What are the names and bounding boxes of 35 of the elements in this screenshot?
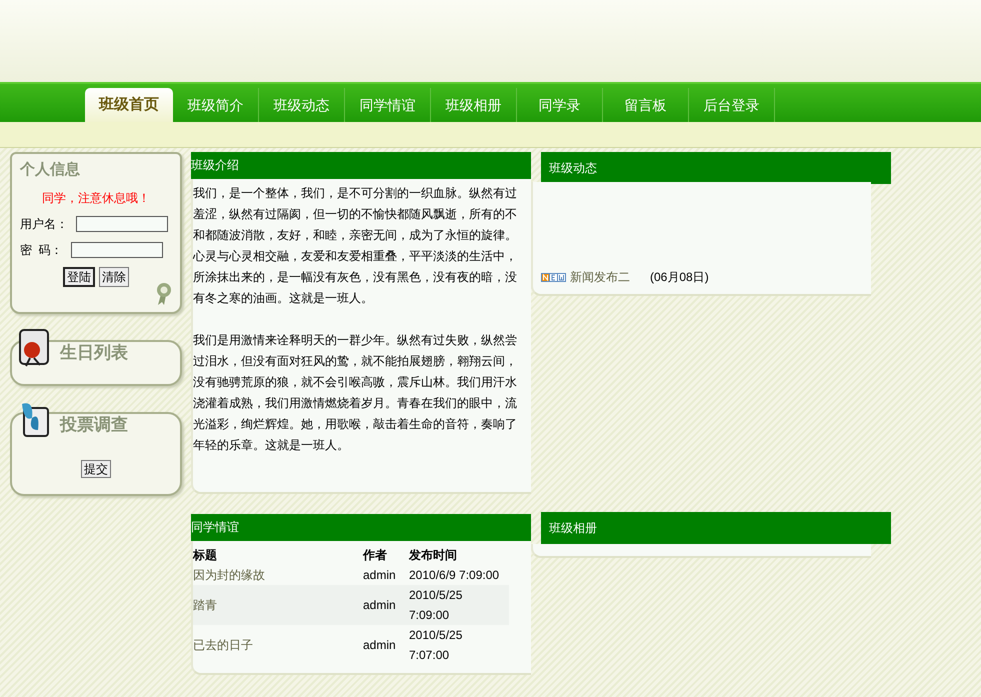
news-date: (06月08日) (650, 269, 709, 286)
input-field[interactable] (76, 216, 168, 232)
panel-header: 班级动态 (541, 152, 891, 184)
panel-header: 班级介绍 (191, 152, 531, 179)
paragraph: 我们，是一个整体，我们，是不可分割的一织血脉。纵然有过羞涩，纵然有过隔阂，但一切的不愉快都随风飘逝，所有的不和都随波消散，友好，和睦，亲密无间，成为了永恒的旋律。心灵与心灵相交融，友爱和友爱相重叠，平平淡淡的生活中，所涂抹出来的，是一幅没有灰色，没有黑色，没有夜的暗，没有冬之寒的油画。这就是一班人。 (193, 185, 518, 307)
panel-header: 班级相册 (541, 512, 891, 544)
field-label: 密 码： (20, 242, 63, 258)
title-link[interactable]: 踏青 (193, 585, 363, 625)
column-header: 标题 (193, 545, 363, 565)
form-button[interactable]: 清除 (99, 266, 129, 286)
table-cell: admin (363, 625, 409, 665)
panel-title: 生日列表 (60, 342, 128, 364)
column-header: 发布时间 (409, 547, 458, 564)
submit-button[interactable]: 提交 (81, 460, 111, 478)
panel-header: 同学情谊 (191, 514, 531, 541)
notice-text: 同学，注意休息哦！ (41, 190, 151, 206)
panel-title: 个人信息 (18, 159, 81, 180)
title-link[interactable]: 因为封的缘故 (193, 565, 363, 585)
new-badge-icon (541, 272, 566, 282)
table-cell: admin (363, 565, 409, 585)
input-field[interactable] (70, 242, 163, 258)
table-cell: 2010/6/9 7:09:00 (409, 565, 509, 585)
table-cell: admin (363, 585, 409, 625)
seal-icon (18, 328, 52, 368)
column-header: 作者 (363, 545, 409, 565)
title-link[interactable]: 已去的日子 (193, 625, 363, 665)
panel-title: 投票调查 (60, 414, 128, 436)
paragraph: 我们是用激情来诠释明天的一群少年。纵然有过失败，纵然尝过泪水，但没有面对狂风的鸷，就不能拍展翅膀，翱翔云间，没有驰骋荒原的狼，就不会引喉高嗷，震斥山林。我们用汗水浇灌着成熟，我们用激情燃烧着岁月。青春在我们的眼中，流光溢彩，绚烂辉煌。她，用歌喉，敲击着生命的音符，奏响了年轻的乐章。这就是一班人。 (193, 332, 518, 454)
form-button[interactable]: 登陆 (63, 266, 95, 286)
field-label: 用户名： (20, 216, 68, 232)
table-cell: 2010/5/25 7:09:00 (409, 585, 509, 625)
news-link[interactable]: 新闻发布二 (570, 268, 630, 286)
table-cell: 2010/5/25 7:07:00 (409, 625, 509, 665)
nav-tab[interactable]: 班级首页 (85, 88, 173, 122)
rosette-icon (154, 282, 174, 306)
